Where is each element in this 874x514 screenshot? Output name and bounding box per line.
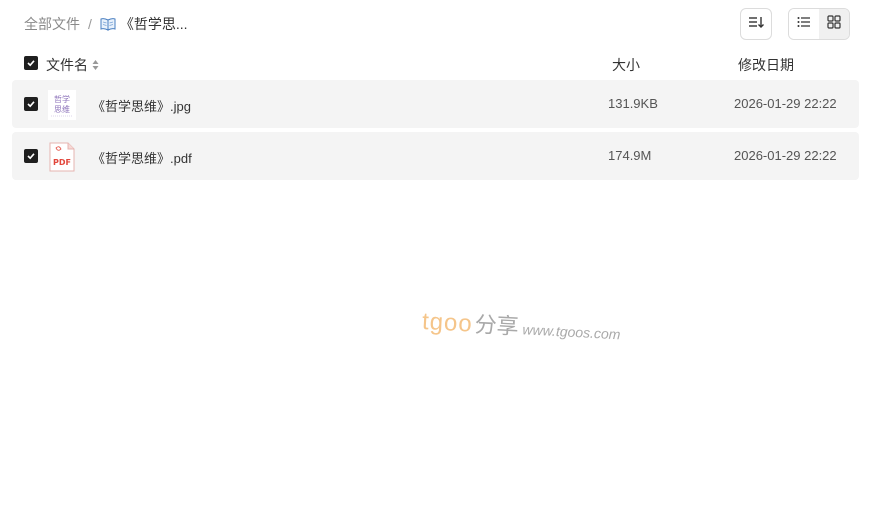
breadcrumb-current: 《哲学思... — [119, 16, 188, 32]
view-mode-toggle — [788, 8, 850, 40]
file-name[interactable]: 《哲学思维》.pdf — [92, 148, 192, 167]
checkmark-icon — [27, 60, 35, 67]
checkmark-icon — [27, 101, 35, 108]
checkmark-icon — [27, 153, 35, 160]
breadcrumb-separator: / — [88, 16, 92, 32]
list-view-button[interactable] — [789, 9, 819, 39]
pdf-file-icon: PDF — [48, 142, 76, 172]
sort-icon — [748, 15, 764, 34]
column-header-name[interactable]: 文件名 — [46, 55, 99, 75]
file-date: 2026-01-29 22:22 — [734, 96, 837, 111]
watermark-url: www.tgoos.com — [522, 321, 621, 343]
file-size: 174.9M — [608, 148, 652, 163]
column-header-date[interactable]: 修改日期 — [738, 55, 794, 75]
row-checkbox[interactable] — [24, 149, 38, 163]
grid-view-icon — [827, 14, 841, 34]
table-row[interactable]: 哲学 思维 《哲学思维》.jpg 131.9KB 2026-01-29 22:2… — [12, 80, 859, 128]
file-date: 2026-01-29 22:22 — [734, 148, 837, 163]
watermark: tgoo 分享 www.tgoos.com — [421, 304, 621, 346]
file-name[interactable]: 《哲学思维》.jpg — [92, 96, 191, 115]
thumb-text-line2: 思维 — [54, 104, 70, 114]
file-size: 131.9KB — [608, 96, 658, 111]
row-checkbox[interactable] — [24, 97, 38, 111]
breadcrumb-root[interactable]: 全部文件 — [24, 14, 80, 34]
sort-button[interactable] — [740, 8, 772, 40]
table-header: 文件名 大小 修改日期 — [12, 53, 859, 75]
breadcrumb: 全部文件 / 《哲学思... — [24, 15, 188, 33]
grid-view-button[interactable] — [819, 9, 849, 39]
column-header-size[interactable]: 大小 — [612, 55, 640, 75]
list-view-icon — [797, 15, 811, 33]
image-thumbnail: 哲学 思维 — [48, 90, 76, 120]
watermark-share: 分享 — [474, 311, 520, 340]
pdf-label: PDF — [53, 158, 71, 167]
table-row[interactable]: PDF 《哲学思维》.pdf 174.9M 2026-01-29 22:22 — [12, 132, 859, 180]
sort-toggle-icon — [92, 59, 99, 71]
thumb-text-line1: 哲学 — [54, 94, 70, 104]
select-all-checkbox[interactable] — [24, 56, 38, 70]
column-name-label: 文件名 — [46, 57, 88, 73]
open-book-icon — [100, 17, 116, 31]
watermark-brand: tgoo — [421, 307, 474, 338]
view-toolbar — [740, 8, 850, 40]
